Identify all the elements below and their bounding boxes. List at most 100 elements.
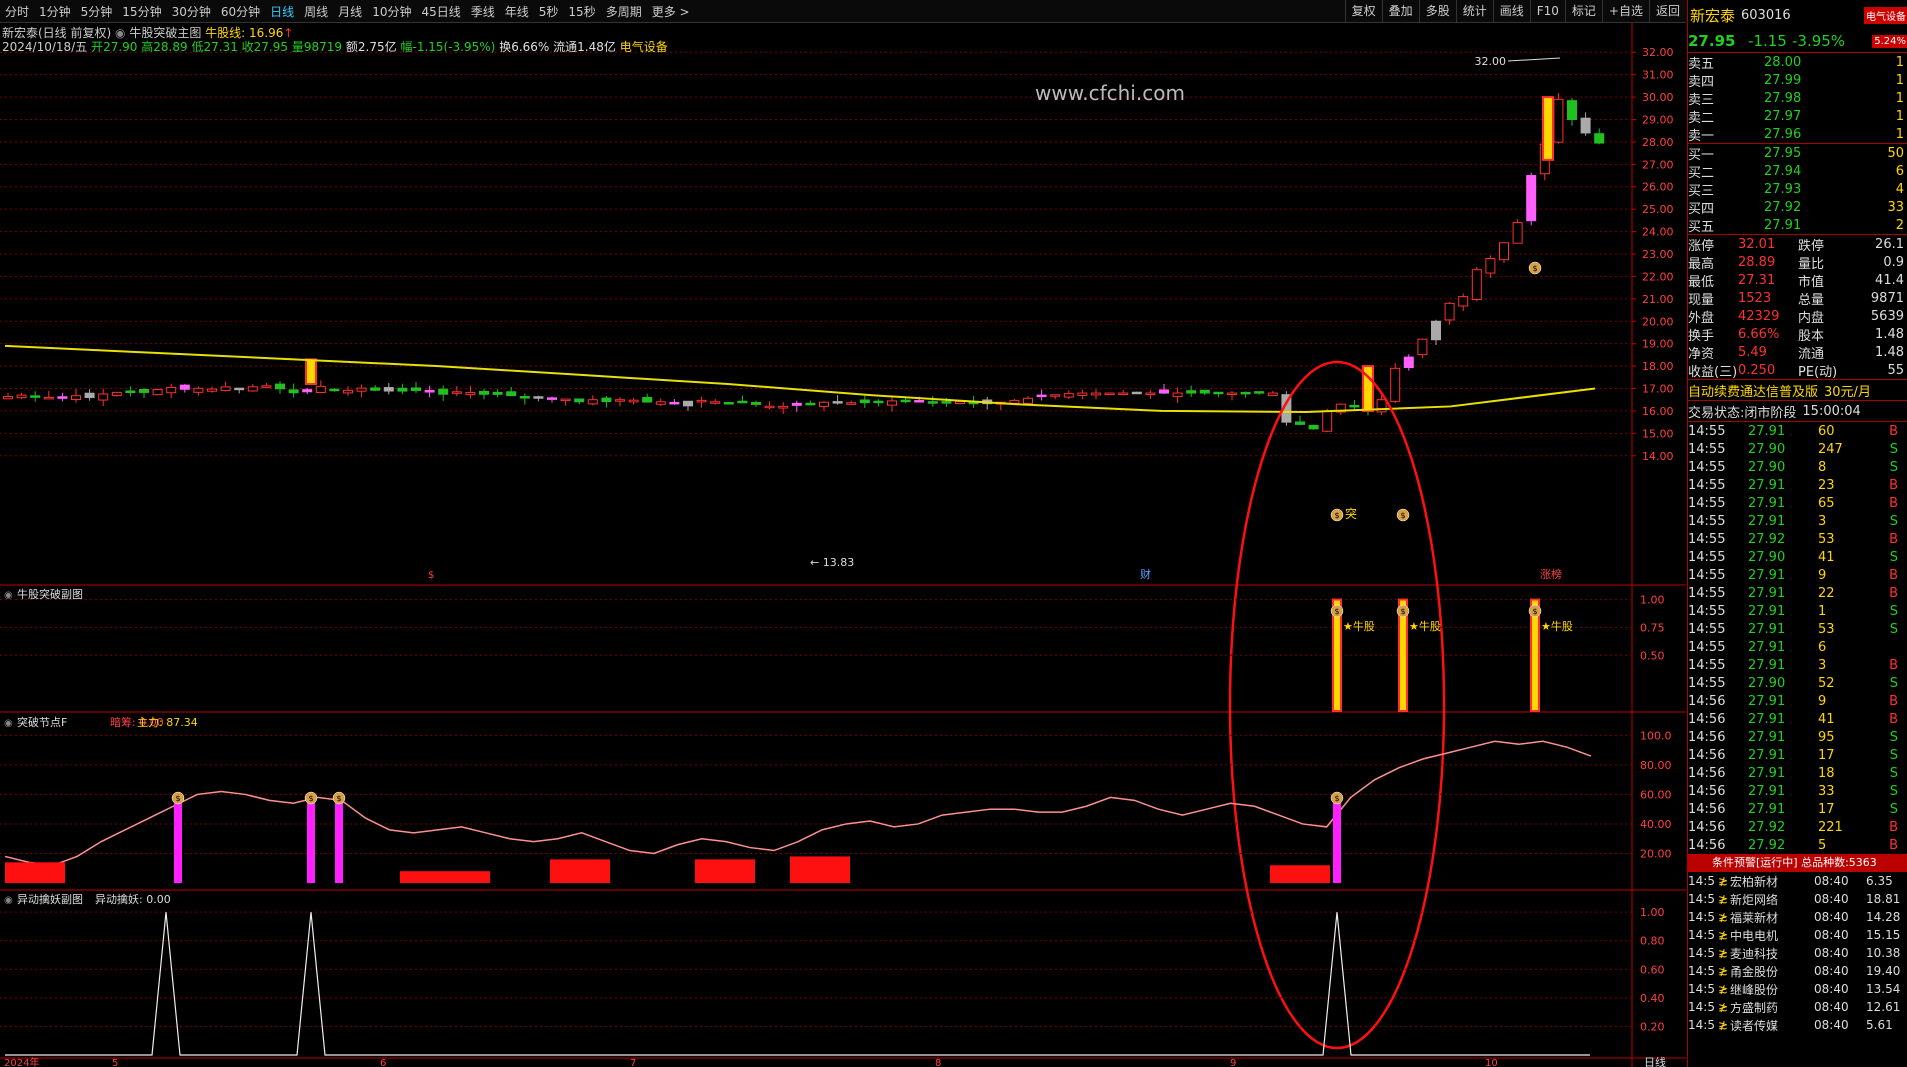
candle [1322, 410, 1333, 432]
candle [764, 405, 775, 409]
candle [329, 388, 340, 392]
candle [84, 392, 95, 399]
alert-row[interactable]: 14:5 ≵ 福莱新材 08:40 14.28 [1688, 908, 1907, 926]
alert-row[interactable]: 14:5 ≵ 继峰股份 08:40 13.54 [1688, 980, 1907, 998]
x-tick-label: 9 [1230, 1058, 1236, 1067]
tick-row: 14:55 27.91 9 B [1688, 567, 1898, 583]
promo-text[interactable]: 自动续费通达信普及版 [1688, 381, 1818, 400]
y-tick-label: 0.50 [1640, 649, 1665, 662]
ask-row: 卖四 27.99 1 [1688, 72, 1904, 90]
candle [1390, 367, 1401, 402]
x-tick-label: 10 [1485, 1058, 1498, 1067]
candle [1526, 175, 1537, 222]
candle [887, 400, 897, 406]
candle [451, 391, 462, 394]
candle [1431, 320, 1441, 341]
svg-text:$: $ [1532, 264, 1537, 273]
y-tick-label: 30.00 [1642, 91, 1674, 104]
y-tick-label: 28.00 [1642, 136, 1674, 149]
candle [438, 388, 449, 395]
candle [1023, 397, 1033, 404]
candle [873, 400, 884, 404]
svg-text:◉: ◉ [4, 718, 13, 729]
candle [696, 399, 707, 403]
alert-row[interactable]: 14:5 ≵ 新炬网络 08:40 18.81 [1688, 890, 1907, 908]
alert-row[interactable]: 14:5 ≵ 麦迪科技 08:40 10.38 [1688, 944, 1907, 962]
alert-row[interactable]: 14:5 ≵ 宏柏新材 08:40 6.35 [1688, 872, 1907, 890]
sector-badge[interactable]: 电气设备 [1864, 6, 1907, 24]
y-tick-label: 16.00 [1642, 405, 1674, 418]
candle [737, 400, 748, 404]
tick-row: 14:56 27.91 9 B [1688, 693, 1898, 709]
stat-row: 换手 6.66% 股本 1.48 [1688, 326, 1904, 344]
candle [1594, 133, 1605, 144]
bull-label: ★牛股 [1409, 619, 1441, 633]
y-tick-label: 80.00 [1640, 759, 1672, 772]
signal-bar [307, 797, 315, 883]
candle [16, 394, 27, 399]
candle [710, 401, 721, 404]
candle [1295, 421, 1305, 425]
candle [343, 389, 353, 394]
y-tick-label: 60.00 [1640, 788, 1672, 801]
sub1-title: 牛股突破副图 [17, 587, 83, 601]
candle [479, 390, 489, 395]
candle [519, 396, 530, 399]
alert-row[interactable]: 14:5 ≵ 中电电机 08:40 15.15 [1688, 926, 1907, 944]
candle [683, 400, 693, 407]
candle [655, 401, 666, 405]
tick-row: 14:56 27.92 5 B [1688, 837, 1898, 853]
candle [1553, 98, 1564, 143]
candle [778, 405, 789, 409]
alert-row[interactable]: 14:5 ≵ 读者传媒 08:40 5.61 [1688, 1016, 1907, 1034]
tick-row: 14:55 27.90 8 S [1688, 459, 1898, 475]
candle [275, 383, 285, 390]
tick-row: 14:55 27.91 22 B [1688, 585, 1898, 601]
bull-label: ★牛股 [1343, 619, 1375, 633]
stat-row: 最高 28.89 量比 0.9 [1688, 254, 1904, 272]
last-price: 27.95 [1688, 32, 1736, 50]
chip-bar [550, 859, 610, 883]
bid-row: 买五 27.91 2 [1688, 217, 1904, 235]
x-axis-mode: 日线 [1644, 1055, 1666, 1067]
svg-text:$: $ [336, 794, 341, 803]
bull-candle [1542, 96, 1554, 161]
sub3-a: 异动擒妖: 0.00 [95, 892, 171, 906]
signal-bar [174, 797, 182, 883]
y-tick-label: 22.00 [1642, 270, 1674, 283]
y-tick-label: 15.00 [1642, 427, 1674, 440]
candle [111, 391, 122, 397]
candle [1091, 392, 1101, 396]
bid-row: 买三 27.93 4 [1688, 181, 1904, 199]
alert-row[interactable]: 14:5 ≵ 方盛制药 08:40 12.61 [1688, 998, 1907, 1016]
candle [57, 396, 68, 399]
candle [723, 402, 734, 405]
y-tick-label: 31.00 [1642, 69, 1674, 82]
candle [1050, 394, 1061, 397]
tick-row: 14:55 27.90 52 S [1688, 675, 1898, 691]
candle [98, 393, 109, 401]
y-tick-label: 1.00 [1640, 906, 1665, 919]
candle [152, 389, 163, 396]
kline-chart[interactable]: 32.00 31.00 30.00 29.00 28.00 27.00 26.00 25.00… [0, 0, 1686, 1067]
candle [465, 391, 476, 396]
bid-row: 买四 27.92 33 [1688, 199, 1904, 217]
candle [315, 385, 326, 393]
x-tick-label: 7 [630, 1058, 636, 1067]
candle [669, 401, 680, 405]
candle [302, 389, 313, 393]
trade-status: 闭市阶段 [1744, 405, 1797, 421]
candle [805, 402, 816, 406]
x-tick-label: 5 [112, 1058, 118, 1067]
tick-row: 14:56 27.91 17 S [1688, 801, 1898, 817]
candle [791, 402, 802, 406]
tag-rank: 涨榜 [1540, 567, 1562, 581]
candle [1254, 391, 1265, 394]
stock-code: 603016 [1741, 7, 1791, 23]
candle [601, 397, 612, 403]
svg-text:$: $ [175, 794, 180, 803]
svg-text:$: $ [1334, 607, 1339, 616]
candle [3, 396, 13, 400]
alert-row[interactable]: 14:5 ≵ 甬金股份 08:40 19.40 [1688, 962, 1907, 980]
candle [1118, 392, 1129, 396]
